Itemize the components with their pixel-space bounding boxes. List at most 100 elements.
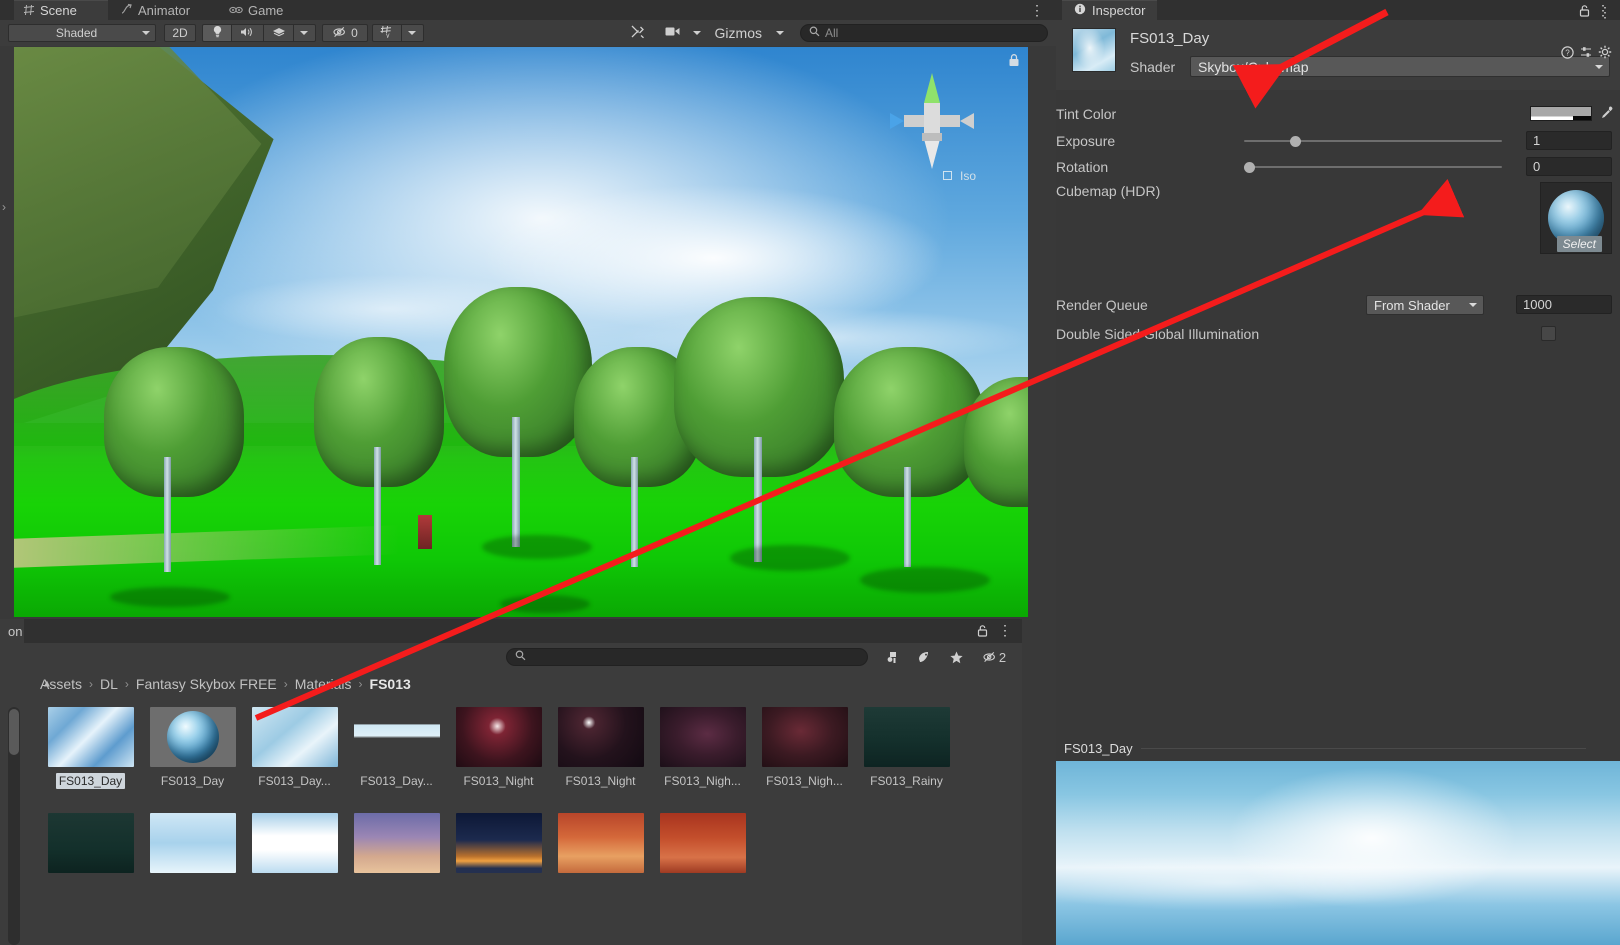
ground-shadow — [500, 595, 590, 613]
asset-item[interactable]: FS013_Night — [550, 707, 651, 789]
type-filter-icon[interactable] — [908, 647, 940, 667]
chevron-down-icon — [1469, 303, 1477, 307]
tab-inspector[interactable]: Inspector — [1062, 0, 1158, 20]
cubemap-select-button[interactable]: Select — [1556, 236, 1602, 252]
cubemap-object-field[interactable]: Select — [1540, 182, 1612, 254]
search-icon — [809, 26, 820, 40]
lock-icon[interactable] — [1008, 53, 1020, 70]
breadcrumb-item-materials[interactable]: Materials — [295, 676, 352, 692]
asset-item[interactable] — [652, 813, 753, 873]
camera-dropdown[interactable] — [687, 24, 707, 42]
breadcrumb-item-dl[interactable]: DL — [100, 676, 118, 692]
asset-label: FS013_Night — [463, 774, 534, 788]
chevron-right-icon: › — [2, 200, 6, 214]
grid-axis-button[interactable]: y — [372, 24, 402, 42]
asset-item[interactable]: FS013_Day — [142, 707, 243, 789]
project-search-input[interactable] — [506, 648, 868, 666]
hidden-packages-button[interactable]: 2 — [972, 647, 1016, 667]
asset-item[interactable]: FS013_Nigh... — [652, 707, 753, 789]
asset-thumbnail — [47, 707, 134, 767]
tab-project[interactable]: on — [0, 619, 24, 643]
lock-icon[interactable] — [977, 624, 988, 640]
project-asset-grid[interactable]: FS013_Day FS013_Day FS013_Day... FS013_D… — [0, 697, 1022, 945]
project-panel-menu-icon[interactable]: ⋮ — [998, 622, 1012, 639]
slider-knob[interactable] — [1244, 161, 1255, 173]
asset-item[interactable] — [142, 813, 243, 873]
gizmos-label[interactable]: Gizmos — [715, 25, 762, 41]
asset-item[interactable]: FS013_Day... — [346, 707, 447, 789]
tree-trunk — [164, 457, 171, 572]
tab-scene[interactable]: Scene — [14, 0, 108, 20]
asset-item[interactable]: FS013_Day... — [244, 707, 345, 789]
animator-icon — [121, 3, 133, 17]
property-row-rotation: Rotation 0 — [1056, 155, 1620, 179]
left-collapsed-panel-strip[interactable]: › — [0, 170, 10, 260]
render-queue-mode-dropdown[interactable]: From Shader — [1366, 295, 1484, 315]
property-row-exposure: Exposure 1 — [1056, 129, 1620, 153]
project-grid-scrollbar[interactable] — [8, 707, 20, 945]
scene-search-input[interactable]: All — [800, 24, 1048, 42]
material-preview[interactable] — [1056, 761, 1620, 945]
asset-item[interactable] — [448, 813, 549, 873]
fx-toggle-button[interactable] — [264, 24, 294, 42]
asset-item[interactable]: FS013_Night — [448, 707, 549, 789]
camera-button[interactable] — [659, 24, 687, 42]
eyedropper-icon[interactable] — [1600, 106, 1614, 123]
asset-item[interactable]: FS013_Day — [40, 707, 141, 789]
render-queue-value-field[interactable]: 1000 — [1516, 295, 1612, 314]
breadcrumb-separator: › — [358, 677, 363, 691]
asset-item[interactable]: FS013_Nigh... — [754, 707, 855, 789]
asset-item[interactable] — [40, 813, 141, 873]
breadcrumb-item-fs013[interactable]: FS013 — [370, 676, 411, 692]
draw-mode-dropdown[interactable]: Shaded — [8, 24, 156, 42]
tree-shadow — [482, 535, 592, 559]
iso-toggle-box[interactable] — [943, 171, 952, 180]
asset-grid-row: FS013_Day FS013_Day FS013_Day... FS013_D… — [40, 707, 1015, 789]
help-icon[interactable]: ? — [1561, 46, 1574, 62]
lock-icon[interactable] — [1579, 4, 1590, 20]
scene-column: Scene Animator Game ⋮ Shaded 2D 0 y Gizm… — [0, 0, 1056, 945]
exposure-value-field[interactable]: 1 — [1526, 131, 1612, 150]
effects-icon — [272, 26, 286, 41]
shader-dropdown[interactable]: Skybox/Cubemap — [1190, 56, 1610, 77]
audio-toggle-button[interactable] — [232, 24, 264, 42]
inspector-tab-label: Inspector — [1092, 3, 1146, 18]
search-icon — [515, 650, 526, 664]
asset-item[interactable] — [244, 813, 345, 873]
scene-panel-menu-icon[interactable]: ⋮ — [1030, 1, 1044, 19]
tab-game[interactable]: Game — [220, 0, 302, 20]
asset-thumbnail — [47, 813, 134, 873]
rotation-slider[interactable] — [1244, 161, 1502, 173]
exposure-slider[interactable] — [1244, 135, 1502, 147]
label-filter-icon[interactable] — [940, 647, 972, 667]
asset-item[interactable] — [550, 813, 651, 873]
grid-dropdown[interactable] — [402, 24, 424, 42]
hidden-objects-button[interactable]: 0 — [322, 24, 368, 42]
tab-animator[interactable]: Animator — [112, 0, 214, 20]
preset-icon[interactable] — [1580, 46, 1592, 61]
scene-viewport[interactable]: Iso — [14, 47, 1028, 617]
lighting-toggle-button[interactable] — [202, 24, 232, 42]
gizmos-dropdown[interactable] — [768, 24, 792, 42]
favorite-search-icon[interactable] — [876, 647, 908, 667]
double-sided-gi-checkbox[interactable] — [1541, 326, 1556, 341]
tab-scene-label: Scene — [40, 3, 77, 18]
tree-trunk — [374, 447, 381, 565]
fx-dropdown[interactable] — [294, 24, 316, 42]
asset-item[interactable]: FS013_Rainy — [856, 707, 957, 789]
preview-menu-icon[interactable]: ⋮ — [1598, 4, 1612, 21]
tree-trunk — [754, 437, 762, 562]
toggle-2d-button[interactable]: 2D — [164, 24, 196, 42]
scrollbar-thumb[interactable] — [9, 709, 19, 755]
tint-color-swatch[interactable] — [1530, 106, 1592, 121]
breadcrumb-item-fantasy-skybox-free[interactable]: Fantasy Skybox FREE — [136, 676, 277, 692]
asset-thumbnail — [557, 813, 644, 873]
scene-tools-button[interactable] — [623, 24, 653, 42]
gear-icon[interactable] — [1598, 45, 1612, 62]
material-thumbnail[interactable] — [1072, 28, 1116, 72]
slider-knob[interactable] — [1290, 135, 1302, 147]
iso-label[interactable]: Iso — [960, 169, 976, 183]
triangle-up-icon[interactable]: ▲ — [42, 679, 52, 690]
asset-item[interactable] — [346, 813, 447, 873]
rotation-value-field[interactable]: 0 — [1526, 157, 1612, 176]
